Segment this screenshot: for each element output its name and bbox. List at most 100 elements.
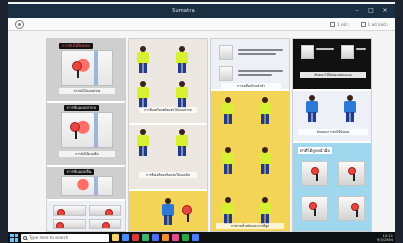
- page-icon: [330, 21, 336, 27]
- zoom-toggle[interactable]: 1 หน้า: [330, 21, 349, 28]
- player-legs: [178, 63, 186, 73]
- racket-icon: [309, 202, 317, 216]
- view-mode-icon: [360, 21, 366, 27]
- thumbnail-photo: [301, 196, 328, 221]
- page-title-label: การจับไม้ปิงปอง: [59, 43, 93, 49]
- text-line: [316, 48, 334, 50]
- system-tray: 10:21 9/3/2564: [375, 234, 393, 242]
- player-illustration: [134, 129, 152, 157]
- grip-chinese-label: การจับแบบจีน: [64, 169, 95, 175]
- player-legs: [178, 146, 186, 156]
- thumbnail-photo: [338, 196, 365, 221]
- page-10: ลักษณะไม้ปิงปองแต่ละแบบ: [293, 39, 371, 89]
- browser-icon[interactable]: [122, 234, 129, 241]
- app-icon[interactable]: [132, 234, 139, 241]
- thumbnail-grid: [53, 205, 121, 229]
- folder-icon[interactable]: [112, 234, 119, 241]
- viewer-toolbar: 1 หน้า 1 หน้า/หน้า: [8, 18, 395, 31]
- close-button[interactable]: ×: [381, 7, 389, 15]
- player-legs: [164, 215, 172, 225]
- page-column-3[interactable]: การเคลื่อนไหวลำตัว การถ่ายน้ำหนักและการต…: [210, 38, 290, 232]
- view-mode-toggle[interactable]: 1 หน้า/หน้า: [360, 21, 388, 28]
- zoom-label: 1 หน้า: [337, 21, 349, 27]
- taskbar-time-date: 10:21 9/3/2564: [375, 234, 393, 242]
- page-5: การยืนเตรียมพร้อมจับไม้แบบสากล: [129, 39, 207, 123]
- grip-photo: [61, 112, 113, 148]
- window-controls: – □ ×: [353, 7, 389, 15]
- page-caption: การจับไม้แบบจีน: [59, 151, 115, 157]
- page-column-2[interactable]: การยืนเตรียมพร้อมจับไม้แบบสากล การยืนเตร…: [128, 38, 208, 232]
- racket-icon: [101, 221, 110, 229]
- text-line: [238, 70, 283, 72]
- player-illustration: [303, 95, 321, 123]
- player-illustration: [256, 197, 274, 225]
- player-legs: [139, 63, 147, 73]
- racket-icon: [182, 205, 192, 222]
- taskbar: Type here to search 10:21 9/3/2564: [8, 232, 395, 243]
- search-icon: [23, 235, 27, 240]
- document-canvas[interactable]: การจับไม้ปิงปอง การจับไม้แบบสากล การจับแ…: [8, 32, 395, 232]
- player-legs: [308, 112, 316, 122]
- page-caption: การจับไม้แบบสากล: [59, 88, 115, 94]
- thumbnail-photo: [53, 218, 86, 229]
- thumbnail-photo: [338, 161, 365, 186]
- app-icon[interactable]: [182, 234, 189, 241]
- window-title: Sumatra: [172, 8, 195, 14]
- minimize-button[interactable]: –: [353, 7, 361, 15]
- page-column-4[interactable]: ลักษณะไม้ปิงปองแต่ละแบบ ลักษณะการจับไม้ป…: [292, 38, 372, 232]
- taskbar-date: 9/3/2564: [376, 237, 393, 242]
- thumbnail-photo: [301, 161, 328, 186]
- player-illustration: [219, 97, 237, 125]
- windows-start-icon[interactable]: [10, 233, 18, 242]
- player-legs: [224, 164, 232, 174]
- page-6: การยืนเตรียมพร้อมจับไม้แบบจีน: [129, 125, 207, 189]
- racket-icon: [348, 167, 356, 181]
- page-11: ลักษณะการจับไม้ปิงปอง: [293, 91, 371, 141]
- paddle-wall-photo: [61, 50, 113, 86]
- app-icon[interactable]: [152, 234, 159, 241]
- thumbnail-photo: [219, 45, 233, 60]
- page-7: [129, 191, 207, 231]
- page-column-1[interactable]: การจับไม้ปิงปอง การจับไม้แบบสากล การจับแ…: [46, 38, 126, 232]
- desktop-screen: Sumatra – □ × 1 หน้า 1 หน้า/หน้า การจับไ…: [0, 0, 403, 243]
- page-9: การถ่ายน้ำหนักและการตีลูก: [211, 91, 289, 231]
- app-icon[interactable]: [192, 234, 199, 241]
- thumbnail-photo: [301, 45, 314, 59]
- window-titlebar: Sumatra – □ ×: [8, 4, 395, 18]
- app-icon[interactable]: [162, 234, 169, 241]
- taskbar-search[interactable]: Type here to search: [21, 233, 109, 242]
- player-illustration: [341, 95, 359, 123]
- taskbar-search-placeholder: Type here to search: [29, 235, 69, 240]
- page-1: การจับไม้ปิงปอง การจับไม้แบบสากล: [47, 39, 125, 101]
- toolbar-right-group: 1 หน้า 1 หน้า/หน้า: [330, 21, 388, 28]
- racket-icon: [104, 209, 113, 215]
- chinese-grip-photo-content: [62, 177, 112, 195]
- grip-title-label: การจับแบบสากล: [64, 105, 99, 111]
- player-illustration: [219, 147, 237, 175]
- racket-icon: [72, 61, 82, 78]
- grip-photo-content: [62, 113, 112, 147]
- text-line: [238, 53, 276, 55]
- player-illustration: [219, 197, 237, 225]
- target-icon[interactable]: [15, 19, 24, 29]
- page-8: การเคลื่อนไหวลำตัว: [211, 39, 289, 89]
- page-caption: การเคลื่อนไหวลำตัว: [221, 83, 281, 89]
- thumbnail-photo: [341, 45, 354, 59]
- page-3: การจับแบบจีน: [47, 167, 125, 199]
- page-caption: ลักษณะไม้ปิงปองแต่ละแบบ: [300, 72, 366, 78]
- page-caption: การยืนเตรียมพร้อมจับไม้แบบจีน: [139, 172, 197, 178]
- page-2: การจับแบบสากล การจับไม้แบบจีน: [47, 103, 125, 165]
- maximize-button[interactable]: □: [367, 7, 375, 15]
- thumbnail-photo: [88, 205, 121, 216]
- player-legs: [346, 112, 354, 122]
- wall-photo-content: [62, 51, 112, 85]
- player-illustration: [134, 81, 152, 109]
- text-line: [356, 48, 366, 50]
- app-icon[interactable]: [172, 234, 179, 241]
- app-icon[interactable]: [142, 234, 149, 241]
- page-12: ท่าตีโต้ลูกหน้ามือ: [293, 143, 371, 231]
- player-legs: [261, 114, 269, 124]
- player-illustration: [173, 46, 191, 74]
- player-legs: [139, 146, 147, 156]
- racket-icon: [57, 209, 65, 215]
